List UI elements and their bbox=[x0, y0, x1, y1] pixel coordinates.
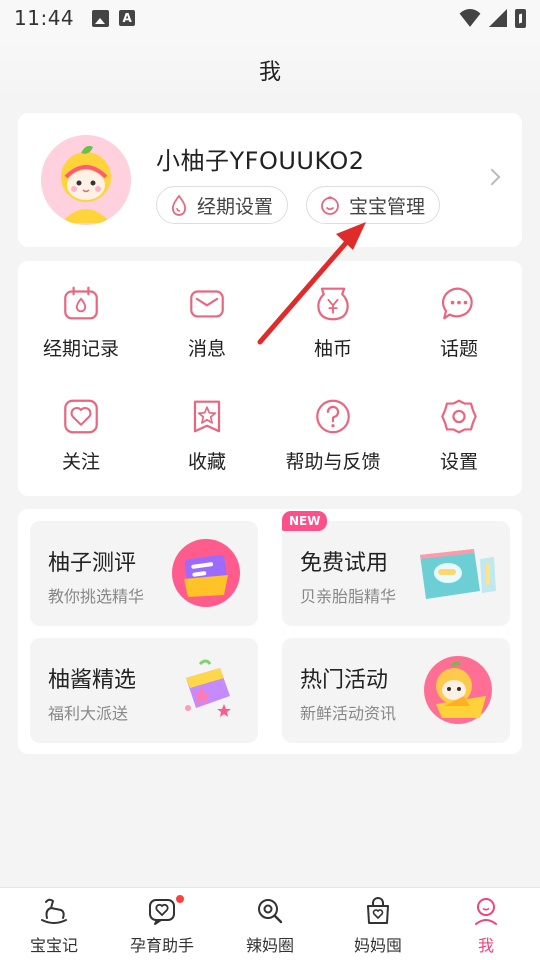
battery-charging-icon bbox=[515, 8, 526, 28]
promo-title: 柚酱精选 bbox=[48, 668, 137, 693]
promo-selection[interactable]: 柚酱精选 福利大派送 bbox=[30, 638, 258, 743]
status-bar: 11:44 A bbox=[0, 0, 540, 36]
cellular-signal-icon bbox=[489, 9, 507, 27]
nav-baby-diary[interactable]: 宝宝记 bbox=[0, 888, 108, 960]
promo-free-trial[interactable]: NEW 免费试用 贝亲胎脂精华 bbox=[282, 511, 510, 626]
nav-label: 我 bbox=[477, 936, 494, 955]
nav-mom-shop[interactable]: 妈妈囤 bbox=[324, 888, 432, 960]
feature-following[interactable]: 关注 bbox=[18, 374, 144, 474]
promo-title: 柚子测评 bbox=[48, 551, 137, 576]
promo-hot-events[interactable]: 热门活动 新鲜活动资讯 bbox=[282, 638, 510, 743]
feature-messages[interactable]: 消息 bbox=[144, 261, 270, 361]
mascot-icon bbox=[424, 656, 492, 724]
nav-label: 辣妈圈 bbox=[245, 936, 294, 955]
calendar-drop-icon bbox=[64, 286, 98, 320]
feature-label: 消息 bbox=[187, 338, 226, 360]
feature-label: 关注 bbox=[61, 451, 100, 473]
drop-icon bbox=[171, 194, 187, 216]
review-folder-icon bbox=[172, 539, 240, 607]
feature-label: 设置 bbox=[439, 451, 478, 473]
features-grid: 经期记录 消息 柚币 话题 关注 收藏 帮助与反馈 设置 bbox=[18, 261, 522, 496]
page-title: 我 bbox=[258, 60, 281, 85]
promo-subtitle: 新鲜活动资讯 bbox=[300, 704, 397, 723]
heart-box-icon bbox=[64, 399, 98, 434]
star-bookmark-icon bbox=[193, 400, 221, 433]
nav-label: 妈妈囤 bbox=[353, 936, 402, 955]
help-icon bbox=[316, 399, 350, 434]
page-header: 我 bbox=[0, 36, 540, 104]
profile-card[interactable]: 小柚子YFOUUKO2 经期设置 宝宝管理 bbox=[18, 113, 522, 247]
feature-favorites[interactable]: 收藏 bbox=[144, 374, 270, 474]
nav-label: 孕育助手 bbox=[129, 936, 194, 955]
shopping-bag-icon bbox=[367, 897, 389, 924]
feature-label: 收藏 bbox=[187, 451, 226, 473]
period-settings-label: 经期设置 bbox=[197, 195, 274, 218]
period-settings-button[interactable]: 经期设置 bbox=[156, 186, 289, 224]
feature-label: 话题 bbox=[439, 338, 478, 360]
feature-coins[interactable]: 柚币 bbox=[270, 261, 396, 361]
chat-bubble-icon bbox=[441, 287, 473, 320]
gear-icon bbox=[441, 399, 477, 434]
promo-review[interactable]: 柚子测评 教你挑选精华 bbox=[30, 521, 258, 626]
feature-settings[interactable]: 设置 bbox=[396, 374, 522, 474]
person-icon bbox=[475, 898, 497, 925]
wifi-icon bbox=[459, 9, 481, 27]
promo-title: 热门活动 bbox=[300, 668, 389, 693]
feature-label: 帮助与反馈 bbox=[285, 451, 381, 473]
baby-management-button[interactable]: 宝宝管理 bbox=[306, 186, 441, 224]
heart-chat-icon bbox=[149, 899, 175, 925]
nav-pregnancy-assistant[interactable]: 孕育助手 bbox=[108, 888, 216, 960]
feature-help-feedback[interactable]: 帮助与反馈 bbox=[270, 374, 396, 474]
feature-label: 柚币 bbox=[313, 338, 352, 360]
username: 小柚子YFOUUKO2 bbox=[156, 147, 365, 175]
avatar[interactable] bbox=[41, 135, 131, 225]
feature-period-record[interactable]: 经期记录 bbox=[18, 261, 144, 361]
gallery-notification-icon bbox=[92, 9, 110, 27]
nav-label: 宝宝记 bbox=[29, 936, 78, 955]
chevron-right-icon[interactable] bbox=[483, 168, 501, 186]
baby-face-icon bbox=[321, 196, 339, 215]
product-box-icon bbox=[420, 549, 496, 599]
gift-star-icon bbox=[185, 659, 231, 717]
promo-section: 柚子测评 教你挑选精华 NEW 免费试用 贝亲胎脂精华 柚酱精选 福利大派送 热… bbox=[18, 509, 522, 754]
feature-topics[interactable]: 话题 bbox=[396, 261, 522, 361]
envelope-icon bbox=[190, 290, 224, 318]
promo-subtitle: 福利大派送 bbox=[48, 704, 129, 723]
status-time: 11:44 bbox=[14, 6, 75, 30]
feature-label: 经期记录 bbox=[42, 338, 119, 360]
search-circle-icon bbox=[258, 899, 283, 924]
new-badge: NEW bbox=[282, 511, 328, 531]
rocking-horse-icon bbox=[41, 898, 67, 924]
a-notification-icon: A bbox=[119, 10, 136, 26]
nav-moms-circle[interactable]: 辣妈圈 bbox=[216, 888, 324, 960]
notification-dot bbox=[174, 893, 186, 905]
baby-management-label: 宝宝管理 bbox=[349, 195, 426, 218]
promo-title: 免费试用 bbox=[300, 551, 389, 576]
coin-bag-icon bbox=[317, 287, 349, 321]
promo-subtitle: 教你挑选精华 bbox=[48, 587, 145, 606]
promo-subtitle: 贝亲胎脂精华 bbox=[300, 587, 397, 606]
nav-me[interactable]: 我 bbox=[432, 888, 540, 960]
bottom-navigation: 宝宝记 孕育助手 辣妈圈 妈妈囤 我 bbox=[0, 887, 540, 960]
